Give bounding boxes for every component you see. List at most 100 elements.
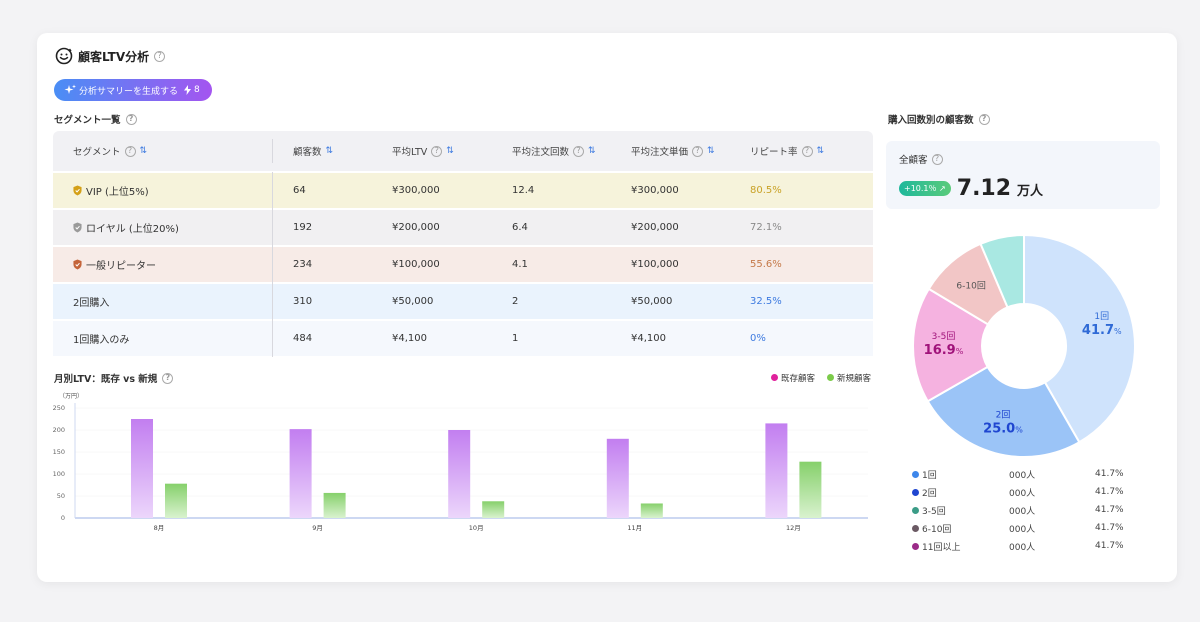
legend-text: 6-10回 — [922, 524, 952, 535]
y-tick-label: 50 — [57, 492, 65, 500]
help-icon[interactable]: ? — [154, 50, 166, 62]
total-unit: 万人 — [1017, 184, 1044, 199]
bar-existing — [289, 429, 312, 518]
bar-new — [799, 461, 822, 518]
orders-value: 2 — [512, 296, 519, 307]
donut-label: 2回 — [996, 410, 1011, 421]
cell-avg-ltv: ¥200,000 — [392, 222, 512, 233]
shield-icon — [73, 222, 82, 233]
cell-segment: VIP (上位5%) — [53, 172, 273, 209]
cell-segment: 2回購入 — [53, 283, 273, 320]
shield-icon — [73, 259, 82, 270]
donut-legend: 1回 000人 41.7% 2回 000人 41.7% 3-5回 000人 41.7… — [912, 465, 1142, 555]
generate-summary-button[interactable]: 分析サマリーを生成する 8 — [54, 79, 212, 101]
y-tick-label: 150 — [53, 448, 65, 456]
help-icon[interactable]: ? — [801, 145, 813, 157]
table-row[interactable]: 2回購入 310 ¥50,000 2 ¥50,000 32.5% — [53, 282, 873, 320]
help-icon[interactable]: ? — [931, 153, 943, 165]
header-avg-orders[interactable]: 平均注文回数 ? ⇅ — [512, 144, 631, 158]
legend-list-item: 6-10回 000人 41.7% — [912, 519, 1142, 537]
repeat-value: 80.5% — [750, 185, 782, 196]
legend-count: 000人 — [1009, 542, 1036, 553]
legend-list-item: 3-5回 000人 41.7% — [912, 501, 1142, 519]
bar-existing — [131, 419, 153, 518]
ltv-value: ¥50,000 — [392, 296, 434, 307]
ltv-analysis-card: 顧客LTV分析 ? 分析サマリーを生成する 8 セグメント一覧 ? セグメント … — [37, 33, 1177, 582]
cell-avg-order-value: ¥200,000 — [631, 222, 750, 233]
segment-name: 1回購入のみ — [73, 335, 130, 346]
shield-icon — [73, 185, 82, 196]
cell-avg-ltv: ¥4,100 — [392, 333, 512, 344]
legend-label: 3-5回 — [912, 504, 1009, 517]
total-value: 7.12 — [956, 176, 1012, 201]
legend-dot — [912, 506, 919, 514]
legend-count: 000人 — [1009, 506, 1036, 517]
sort-icon[interactable]: ⇅ — [140, 146, 148, 156]
sort-icon[interactable]: ⇅ — [588, 146, 596, 156]
change-value: +10.1％ — [904, 184, 937, 193]
cell-customers: 192 — [273, 222, 392, 233]
legend-dot — [771, 374, 778, 381]
header-avg-ltv[interactable]: 平均LTV ? ⇅ — [392, 144, 512, 158]
help-icon[interactable]: ? — [978, 113, 990, 125]
donut-label: 1回 — [1094, 311, 1109, 322]
table-row[interactable]: VIP (上位5%) 64 ¥300,000 12.4 ¥300,000 80.… — [53, 171, 873, 209]
header-label: 平均注文回数 — [512, 147, 570, 158]
help-icon[interactable]: ? — [692, 145, 704, 157]
donut-label: 3-5回 — [932, 331, 956, 342]
legend-dot — [912, 542, 919, 550]
header-customers[interactable]: 顧客数 ⇅ — [273, 144, 392, 158]
cell-avg-orders: 4.1 — [512, 259, 631, 270]
ltv-value: ¥200,000 — [392, 222, 440, 233]
help-icon[interactable]: ? — [124, 145, 136, 157]
legend-label: 1回 — [912, 468, 1009, 481]
change-badge: +10.1％ ↗ — [899, 181, 951, 196]
sort-icon[interactable]: ⇅ — [817, 146, 825, 156]
cell-avg-order-value: ¥4,100 — [631, 333, 750, 344]
help-icon[interactable]: ? — [125, 113, 137, 125]
purchase-section-title: 購入回数別の顧客数 ? — [888, 112, 990, 126]
legend-dot — [912, 470, 919, 478]
legend-item-new: 新規顧客 — [827, 372, 871, 384]
help-icon[interactable]: ? — [431, 145, 443, 157]
legend-pct: 41.7% — [1095, 505, 1124, 515]
customers-value: 234 — [293, 259, 313, 270]
x-tick-label: 8月 — [154, 524, 165, 532]
sort-icon[interactable]: ⇅ — [446, 146, 454, 156]
cell-customers: 234 — [273, 259, 392, 270]
segment-name: ロイヤル (上位20%) — [86, 224, 179, 235]
segment-name: 一般リピーター — [86, 261, 156, 272]
cell-segment: 1回購入のみ — [53, 320, 273, 357]
y-unit-label: （万円） — [59, 393, 83, 400]
repeat-value: 32.5% — [750, 296, 782, 307]
table-row[interactable]: 一般リピーター 234 ¥100,000 4.1 ¥100,000 55.6% — [53, 245, 873, 283]
legend-dot — [827, 374, 835, 381]
sort-icon[interactable]: ⇅ — [707, 146, 715, 156]
cell-repeat-rate: 80.5% — [750, 185, 870, 196]
legend-text: 3-5回 — [922, 506, 946, 517]
sparkle-icon — [64, 84, 76, 94]
cell-avg-orders: 6.4 — [512, 222, 631, 233]
legend-text: 11回以上 — [922, 542, 961, 553]
table-row[interactable]: ロイヤル (上位20%) 192 ¥200,000 6.4 ¥200,000 7… — [53, 208, 873, 246]
header-repeat-rate[interactable]: リピート率 ? ⇅ — [750, 144, 870, 158]
smile-icon — [55, 47, 73, 65]
help-icon[interactable]: ? — [162, 372, 174, 384]
credit-count: 8 — [194, 85, 200, 95]
table-row[interactable]: 1回購入のみ 484 ¥4,100 1 ¥4,100 0% — [53, 319, 873, 357]
header-label: リピート率 — [750, 147, 798, 158]
help-icon[interactable]: ? — [573, 145, 585, 157]
bar-existing — [448, 430, 471, 518]
legend-pct: 41.7% — [1095, 541, 1124, 551]
header-label: 平均LTV — [392, 147, 428, 158]
header-avg-order-value[interactable]: 平均注文単価 ? ⇅ — [631, 144, 750, 158]
header-segment[interactable]: セグメント ? ⇅ — [53, 139, 273, 163]
sort-icon[interactable]: ⇅ — [326, 146, 334, 156]
total-label-row: 全顧客 ? — [899, 152, 943, 166]
orders-value: 1 — [512, 333, 519, 344]
cell-avg-order-value: ¥300,000 — [631, 185, 750, 196]
legend-label: 新規顧客 — [837, 374, 872, 384]
monthly-chart-label: 月別LTV：既存 vs 新規 — [54, 374, 158, 385]
cell-customers: 484 — [273, 333, 392, 344]
cell-avg-orders: 2 — [512, 296, 631, 307]
